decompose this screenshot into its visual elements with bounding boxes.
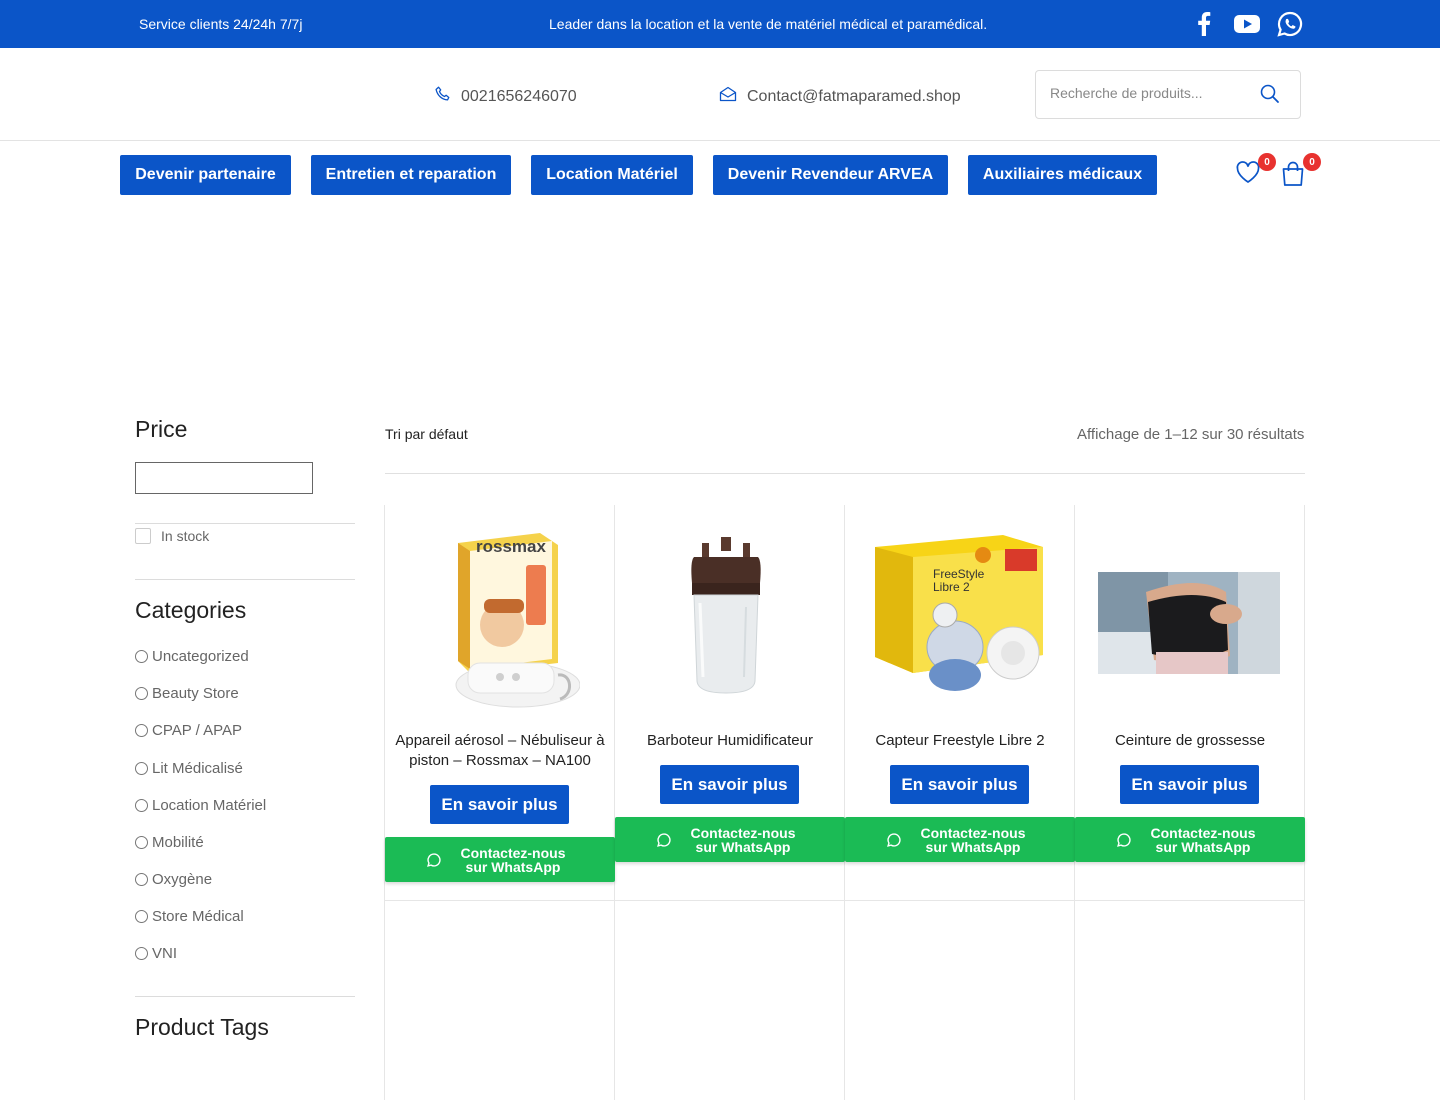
category-location-materiel[interactable]: Location Matériel — [135, 797, 266, 814]
product-image-freestyle-libre[interactable]: FreeStyle Libre 2 — [873, 535, 1045, 702]
grid-line — [614, 505, 615, 1100]
en-savoir-plus-button[interactable]: En savoir plus — [660, 765, 799, 804]
product-tags-title: Product Tags — [135, 1014, 269, 1040]
whatsapp-contact-button[interactable]: Contactez-nous sur WhatsApp — [845, 817, 1075, 862]
grid-line — [1304, 505, 1305, 1100]
en-savoir-plus-button[interactable]: En savoir plus — [1120, 765, 1259, 804]
category-label: Mobilité — [152, 834, 204, 851]
product-image-maternity-belt[interactable] — [1098, 572, 1280, 679]
category-mobilite[interactable]: Mobilité — [135, 834, 204, 851]
radio-button[interactable] — [135, 836, 148, 849]
whatsapp-icon — [1117, 832, 1131, 847]
whatsapp-button-label: Contactez-nous sur WhatsApp — [690, 824, 796, 855]
phone-icon — [435, 86, 451, 107]
whatsapp-contact-button[interactable]: Contactez-nous sur WhatsApp — [615, 817, 845, 862]
whatsapp-button-label: Contactez-nous sur WhatsApp — [460, 844, 566, 875]
radio-button[interactable] — [135, 910, 148, 923]
sort-dropdown[interactable]: Tri par défaut — [385, 426, 468, 442]
category-cpap-apap[interactable]: CPAP / APAP — [135, 722, 242, 739]
tagline-text: Leader dans la location et la vente de m… — [549, 16, 988, 32]
cart-count-badge: 0 — [1303, 153, 1321, 171]
grid-line — [385, 900, 1305, 901]
whatsapp-contact-button[interactable]: Contactez-nous sur WhatsApp — [385, 837, 615, 882]
category-label: VNI — [152, 945, 178, 962]
in-stock-filter[interactable]: In stock — [135, 528, 209, 544]
category-label: Store Médical — [152, 908, 244, 925]
youtube-icon[interactable] — [1233, 10, 1261, 38]
service-text: Service clients 24/24h 7/7j — [139, 16, 303, 32]
category-label: Oxygène — [152, 871, 213, 888]
category-label: CPAP / APAP — [152, 722, 243, 739]
in-stock-checkbox[interactable] — [135, 528, 151, 544]
nav-devenir-revendeur[interactable]: Devenir Revendeur ARVEA — [713, 155, 948, 195]
category-label: Uncategorized — [152, 648, 249, 665]
whatsapp-icon — [657, 832, 671, 847]
price-filter-title: Price — [135, 416, 188, 442]
whatsapp-contact-button[interactable]: Contactez-nous sur WhatsApp — [1075, 817, 1305, 862]
divider — [135, 579, 355, 580]
whatsapp-button-label: Contactez-nous sur WhatsApp — [920, 824, 1026, 855]
phone-number: 0021656246070 — [461, 87, 577, 105]
nav-entretien-reparation[interactable]: Entretien et reparation — [311, 155, 511, 195]
wishlist-count-badge: 0 — [1258, 153, 1276, 171]
search-box — [1035, 70, 1301, 119]
divider — [135, 996, 355, 997]
divider — [135, 523, 355, 524]
whatsapp-icon[interactable] — [1276, 10, 1304, 38]
email-address: Contact@fatmaparamed.shop — [747, 87, 961, 105]
search-icon[interactable] — [1260, 84, 1280, 109]
nav-devenir-partenaire[interactable]: Devenir partenaire — [120, 155, 291, 195]
radio-button[interactable] — [135, 799, 148, 812]
grid-line — [1074, 505, 1075, 1100]
category-label: Location Matériel — [152, 797, 267, 814]
envelope-icon — [719, 86, 737, 107]
category-oxygene[interactable]: Oxygène — [135, 871, 212, 888]
grid-line — [844, 505, 845, 1100]
category-vni[interactable]: VNI — [135, 945, 177, 962]
product-title[interactable]: Capteur Freestyle Libre 2 — [845, 731, 1075, 751]
whatsapp-button-label: Contactez-nous sur WhatsApp — [1150, 824, 1256, 855]
category-store-medical[interactable]: Store Médical — [135, 908, 244, 925]
nav-location-materiel[interactable]: Location Matériel — [531, 155, 693, 195]
grid-line — [384, 505, 385, 1100]
product-title[interactable]: Barboteur Humidificateur — [615, 731, 845, 751]
product-brand-logo: rossmax — [476, 537, 546, 556]
result-count: Affichage de 1–12 sur 30 résultats — [1077, 426, 1305, 443]
email-contact[interactable]: Contact@fatmaparamed.shop — [719, 86, 961, 107]
radio-button[interactable] — [135, 724, 148, 737]
category-label: Lit Médicalisé — [152, 760, 243, 777]
product-image-bubbler[interactable] — [688, 537, 764, 700]
facebook-icon[interactable] — [1190, 10, 1218, 38]
radio-button[interactable] — [135, 687, 148, 700]
en-savoir-plus-button[interactable]: En savoir plus — [890, 765, 1029, 804]
category-beauty-store[interactable]: Beauty Store — [135, 685, 239, 702]
radio-button[interactable] — [135, 650, 148, 663]
product-title[interactable]: Appareil aérosol – Nébuliseur à piston –… — [385, 731, 615, 771]
category-uncategorized[interactable]: Uncategorized — [135, 648, 249, 665]
radio-button[interactable] — [135, 762, 148, 775]
categories-title: Categories — [135, 597, 247, 623]
phone-contact[interactable]: 0021656246070 — [435, 86, 577, 107]
top-bar: Service clients 24/24h 7/7j Leader dans … — [0, 0, 1440, 48]
search-input[interactable] — [1050, 85, 1250, 101]
product-image-nebulizer[interactable]: rossmax — [440, 525, 581, 715]
radio-button[interactable] — [135, 947, 148, 960]
whatsapp-icon — [427, 852, 441, 867]
whatsapp-icon — [887, 832, 901, 847]
price-filter-slider[interactable] — [135, 462, 313, 494]
radio-button[interactable] — [135, 873, 148, 886]
product-title[interactable]: Ceinture de grossesse — [1075, 731, 1305, 751]
product-brand-logo: FreeStyle Libre 2 — [933, 567, 985, 594]
en-savoir-plus-button[interactable]: En savoir plus — [430, 785, 569, 824]
divider — [385, 473, 1305, 474]
in-stock-label: In stock — [161, 528, 210, 544]
category-label: Beauty Store — [152, 685, 239, 702]
category-lit-medicalise[interactable]: Lit Médicalisé — [135, 760, 243, 777]
header: 0021656246070 Contact@fatmaparamed.shop — [0, 48, 1440, 141]
nav-auxiliaires-medicaux[interactable]: Auxiliaires médicaux — [968, 155, 1157, 195]
